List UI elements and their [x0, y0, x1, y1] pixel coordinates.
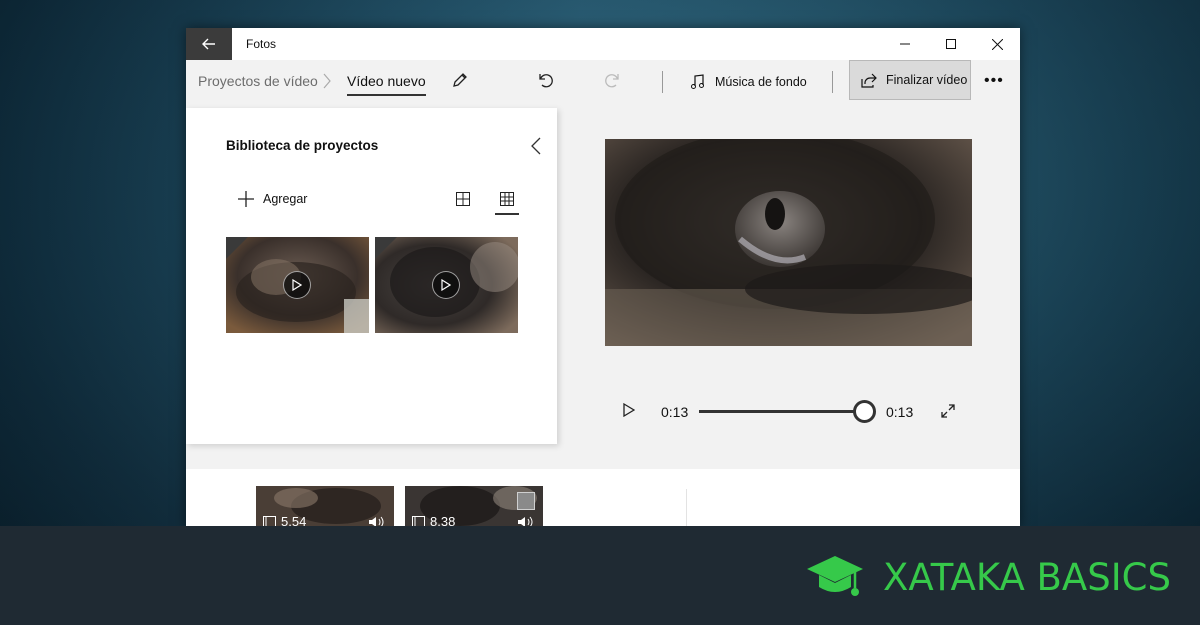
- thumbnail-play-button[interactable]: [432, 271, 460, 299]
- project-library-panel: Biblioteca de proyectos Agregar: [186, 108, 557, 444]
- thumbnail-play-button[interactable]: [283, 271, 311, 299]
- storyboard-clip[interactable]: 5.54: [256, 486, 394, 528]
- brand-footer: XATAKA BASICS: [0, 526, 1200, 625]
- cat-nose-frame: [605, 139, 972, 346]
- small-grid-view-button[interactable]: [495, 185, 519, 215]
- pencil-icon[interactable]: [451, 71, 469, 89]
- back-button[interactable]: [186, 28, 232, 60]
- chevron-right-icon: [323, 73, 331, 89]
- breadcrumb-projects-link[interactable]: Proyectos de vídeo: [198, 73, 318, 89]
- large-grid-icon[interactable]: [456, 192, 470, 206]
- total-time: 0:13: [886, 404, 914, 420]
- minimize-button[interactable]: [882, 28, 928, 60]
- finalize-video-label: Finalizar vídeo: [886, 73, 968, 87]
- brand-name: XATAKA BASICS: [883, 556, 1171, 599]
- seek-bar-thumb[interactable]: [853, 400, 876, 423]
- minimize-icon: [900, 43, 910, 45]
- title-bar: Fotos: [186, 28, 1020, 60]
- clip-select-checkbox[interactable]: [517, 492, 535, 510]
- video-preview: [605, 139, 972, 346]
- thumbnail-corner-marker: [375, 237, 397, 259]
- breadcrumb-current-project[interactable]: Vídeo nuevo: [347, 73, 426, 96]
- add-media-button[interactable]: Agregar: [237, 190, 307, 208]
- play-icon[interactable]: [623, 403, 635, 417]
- thumbnail-corner-marker: [226, 237, 248, 259]
- maximize-button[interactable]: [928, 28, 974, 60]
- undo-icon[interactable]: [536, 71, 554, 89]
- project-library-title: Biblioteca de proyectos: [226, 138, 379, 153]
- maximize-icon: [946, 39, 956, 49]
- plus-icon: [238, 191, 254, 207]
- finalize-video-button[interactable]: Finalizar vídeo: [849, 60, 971, 100]
- toolbar: Proyectos de vídeo Vídeo nuevo Música de…: [186, 60, 1020, 104]
- play-icon: [292, 279, 302, 291]
- background-music-button[interactable]: Música de fondo: [690, 68, 807, 96]
- back-arrow-icon: [202, 38, 215, 50]
- app-title: Fotos: [246, 37, 277, 51]
- current-time: 0:13: [661, 404, 689, 420]
- background-music-label: Música de fondo: [715, 75, 807, 89]
- storyboard: 5.54 8.38: [186, 469, 1020, 528]
- music-note-icon: [691, 74, 704, 89]
- share-icon: [861, 73, 877, 88]
- fullscreen-icon[interactable]: [941, 404, 955, 418]
- toolbar-divider: [662, 71, 663, 93]
- play-icon: [441, 279, 451, 291]
- more-icon[interactable]: •••: [984, 72, 1004, 90]
- seek-bar-track[interactable]: [699, 410, 865, 413]
- storyboard-divider: [686, 489, 687, 528]
- window-controls: [882, 28, 1020, 60]
- close-button[interactable]: [974, 28, 1020, 60]
- toolbar-divider: [832, 71, 833, 93]
- graduation-cap-icon: [807, 556, 863, 596]
- library-video-thumbnail[interactable]: [375, 237, 518, 333]
- chevron-left-icon[interactable]: [529, 136, 543, 156]
- close-icon: [991, 38, 1003, 50]
- storyboard-clip[interactable]: 8.38: [405, 486, 543, 528]
- small-grid-icon: [500, 192, 514, 206]
- photos-app-window: Fotos Proyectos de vídeo Vídeo nuevo Mús…: [186, 28, 1020, 528]
- library-video-thumbnail[interactable]: [226, 237, 369, 333]
- add-media-label: Agregar: [263, 192, 308, 206]
- redo-icon[interactable]: [604, 71, 622, 89]
